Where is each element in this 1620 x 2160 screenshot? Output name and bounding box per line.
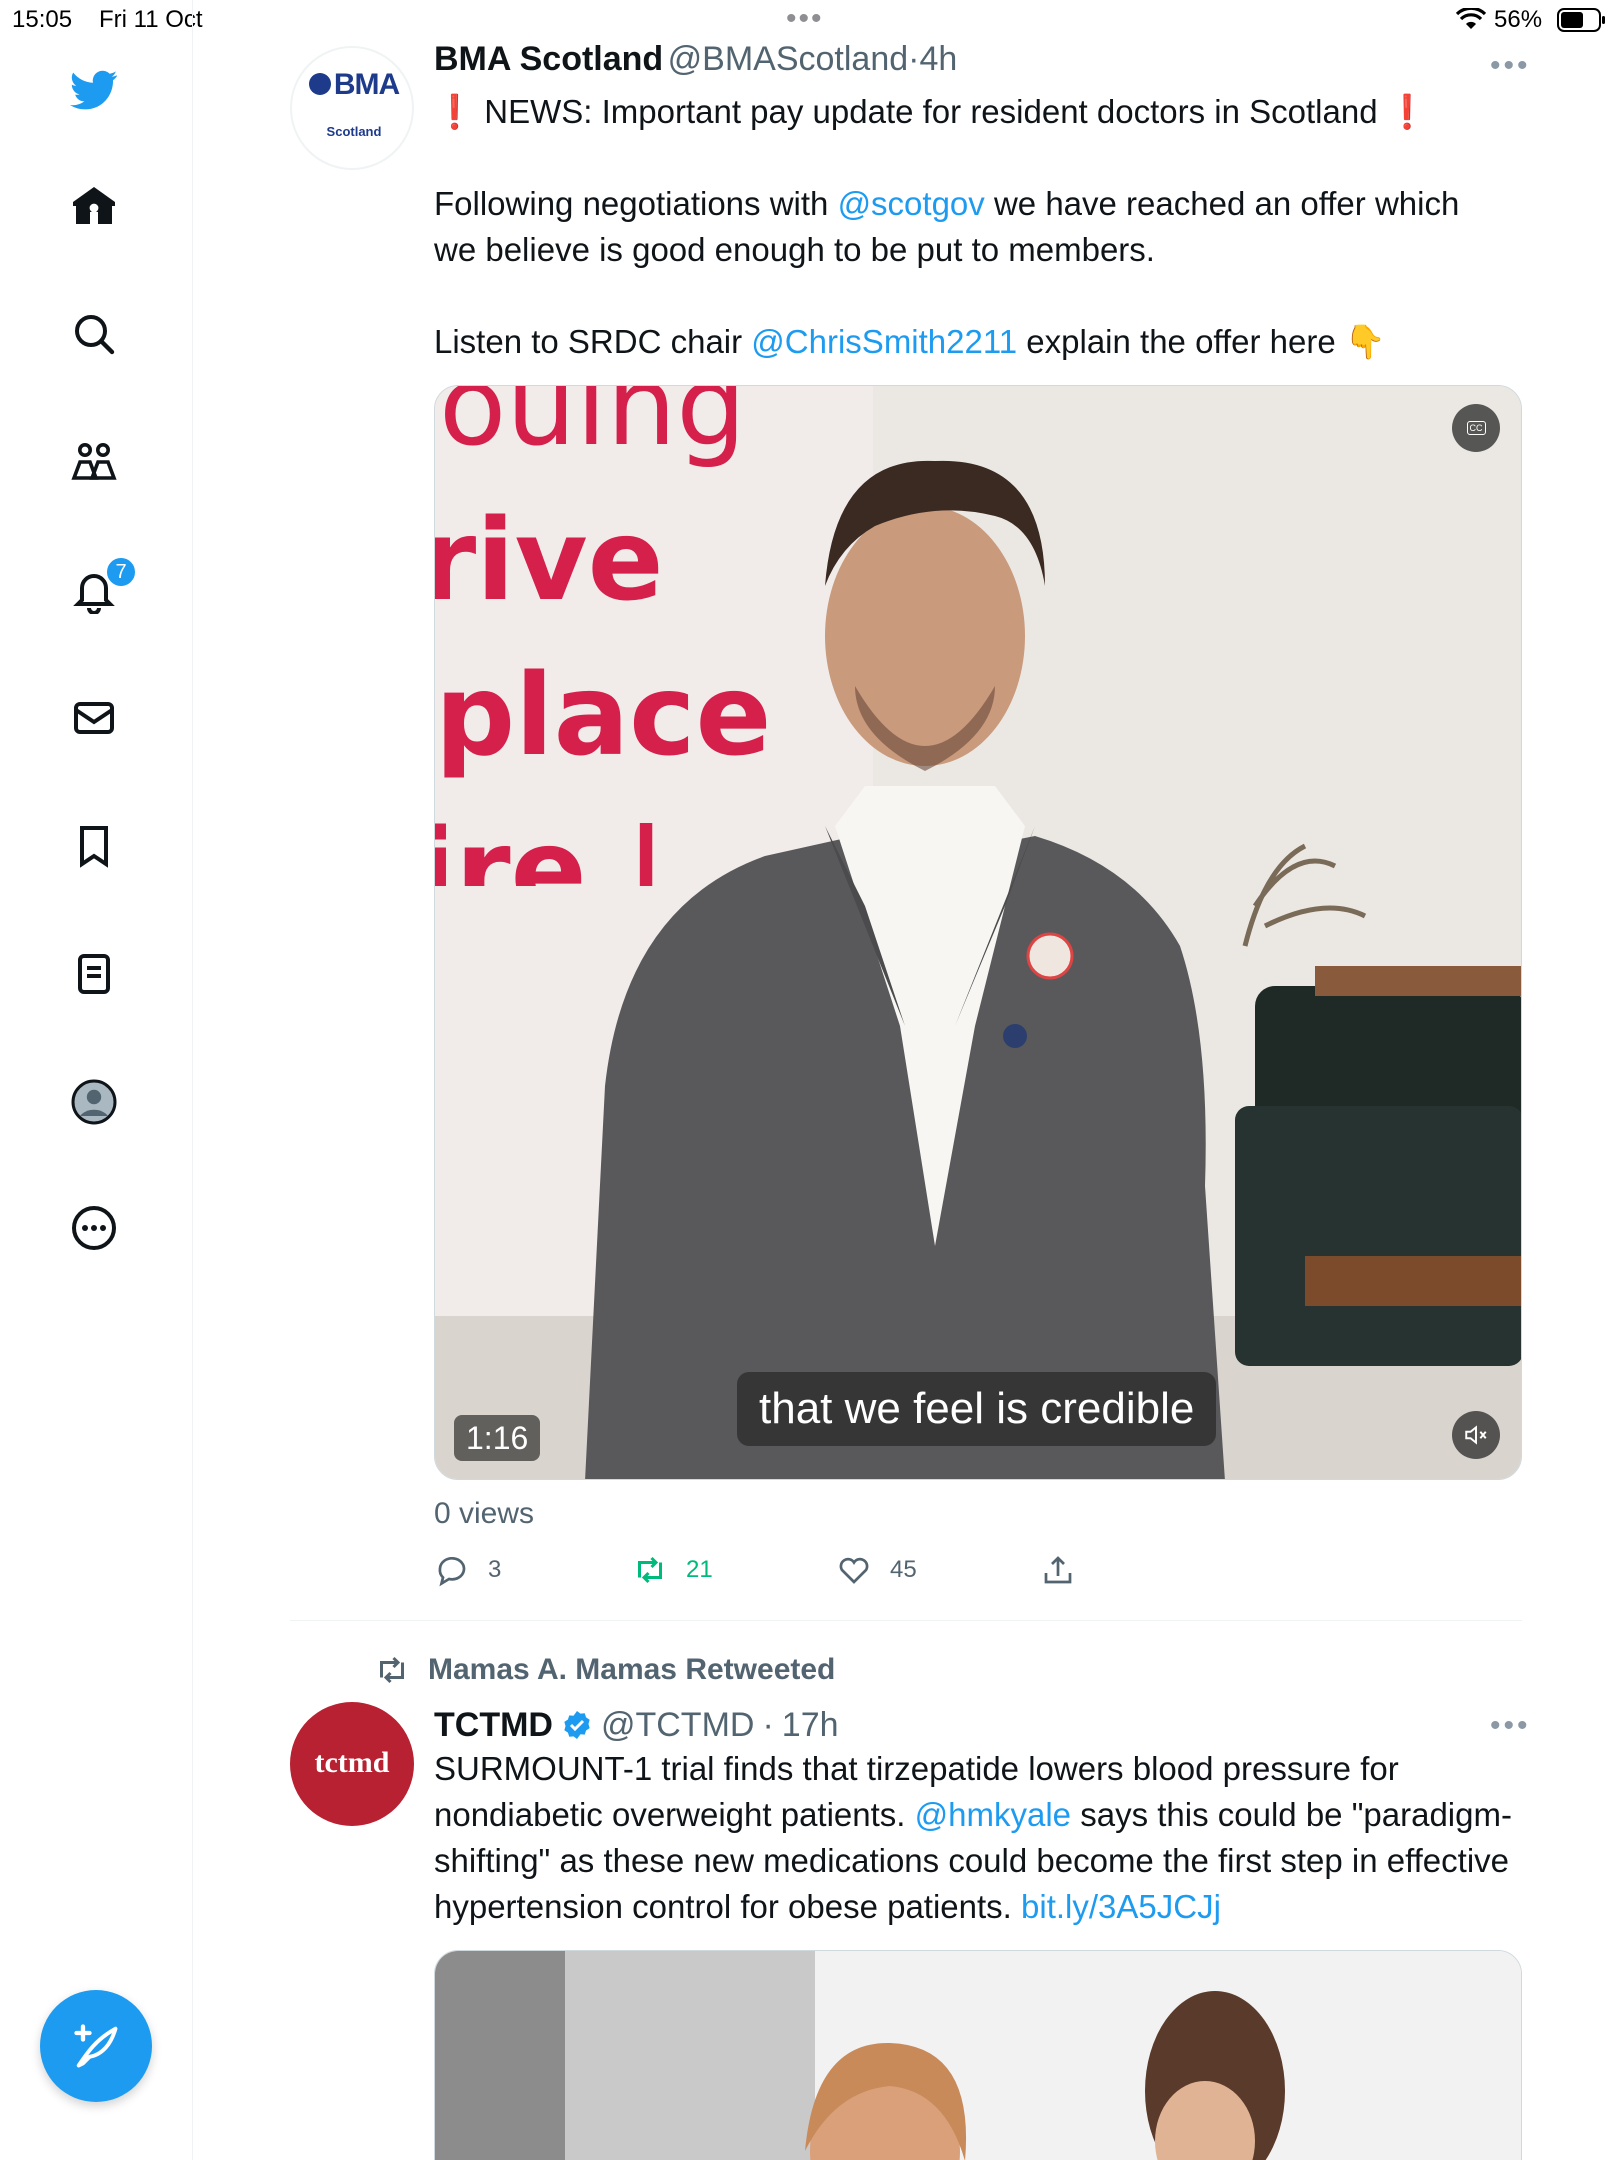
home-icon[interactable] [66,178,122,234]
tweet-header: BMA Scotland @BMAScotland·4h [434,40,957,86]
twitter-logo-icon[interactable] [66,62,122,118]
bookmarks-icon[interactable] [66,818,122,874]
lists-icon[interactable] [66,946,122,1002]
tweet-divider [290,1620,1522,1621]
retweeted-by-line: Mamas A. Mamas Retweeted [374,1650,835,1690]
author-name[interactable]: TCTMD [434,1706,553,1745]
battery-percentage: 56% [1494,6,1543,33]
author-handle[interactable]: @TCTMD [601,1706,754,1745]
heart-icon [839,1557,869,1584]
avatar-sub-text: Scotland [326,124,382,139]
avatar-tctmd[interactable]: tctmd [290,1702,414,1826]
compose-button[interactable] [40,1990,152,2102]
reply-icon [438,1557,466,1587]
muted-speaker-icon [1465,1425,1487,1445]
view-count: 0 views [434,1497,535,1530]
more-icon[interactable] [66,1200,122,1256]
share-button[interactable] [1040,1550,1076,1590]
external-link[interactable]: bit.ly/3A5JCJj [1021,1888,1221,1925]
retweet-count: 21 [686,1556,713,1583]
bma-emblem-icon [308,73,331,96]
separator-dot: · [908,40,920,78]
retweet-button[interactable]: 21 [632,1550,713,1590]
compose-feather-icon [74,2024,118,2068]
exclamation-emoji-left: ❗ [434,93,476,130]
tweet2-text: SURMOUNT-1 trial finds that tirzepatide … [434,1746,1524,1930]
mention-scotgov[interactable]: @scotgov [838,185,985,222]
closed-captions-button[interactable]: CC [1452,404,1500,452]
like-count: 45 [890,1556,917,1583]
video-duration: 1:16 [454,1415,541,1461]
mention-chrissmith[interactable]: @ChrisSmith2211 [751,323,1017,360]
cc-icon: CC [1466,421,1486,435]
reply-count: 3 [488,1556,502,1583]
separator-dot: · [762,1705,774,1744]
like-button[interactable]: 45 [836,1550,917,1590]
retweet-small-icon [380,1656,404,1684]
search-icon[interactable] [66,306,122,362]
mute-button[interactable] [1452,1411,1500,1459]
video-banner-text: ouing rive place ire | [435,386,873,886]
tweet-more-icon[interactable]: ••• [1490,51,1531,81]
author-handle[interactable]: @BMAScotland [668,40,909,78]
avatar-tctmd-text: tctmd [314,1746,390,1779]
para3-text: Listen to SRDC chair [434,323,752,360]
tweet-time[interactable]: 17h [782,1706,839,1745]
retweeted-by-text[interactable]: Mamas A. Mamas Retweeted [428,1653,835,1687]
profile-icon[interactable] [66,1074,122,1130]
banner-line-4: ire | [435,806,667,886]
mention-hmkyale[interactable]: @hmkyale [915,1796,1071,1833]
author-name[interactable]: BMA Scotland [434,40,663,78]
share-icon [1044,1556,1072,1584]
pointing-down-emoji: 👇 [1344,323,1386,360]
tweet-time[interactable]: 4h [919,40,957,78]
multitasking-dots-icon[interactable]: ••• [786,4,824,34]
tweet2-photo[interactable] [434,1950,1522,2160]
retweet-icon [638,1556,662,1584]
wifi-icon [1456,8,1486,29]
exclamation-emoji-right: ❗ [1386,93,1428,130]
communities-icon[interactable] [66,434,122,490]
tweet-video[interactable]: ouing rive place ire | [434,385,1522,1480]
avatar-logo-text: BMA [333,68,400,101]
verified-badge-icon [564,1711,590,1739]
news-headline: NEWS: Important pay update for resident … [484,93,1378,130]
sidebar-nav: 7 [0,0,193,2160]
messages-icon[interactable] [66,690,122,746]
banner-line-3: place [435,651,772,781]
status-bar: 15:05 Fri 11 Oct ••• 56% [0,0,1620,40]
banner-line-1: ouing [439,386,747,470]
tweet2-header: TCTMD @TCTMD · 17h [434,1702,839,1748]
avatar-bma[interactable]: BMA Scotland [290,46,414,170]
photo-doctor-patient [435,1951,1521,2160]
banner-line-2: rive [435,496,664,626]
tweet-text: ❗ NEWS: Important pay update for residen… [434,89,1534,365]
para3-text-end: explain the offer here [1017,323,1345,360]
battery-icon [1557,8,1605,32]
para2-text: Following negotiations with [434,185,838,222]
notifications-badge: 7 [105,556,137,588]
tweet-more-icon[interactable]: ••• [1490,1711,1531,1741]
reply-button[interactable]: 3 [434,1550,501,1590]
video-subtitle: that we feel is credible [737,1372,1217,1446]
